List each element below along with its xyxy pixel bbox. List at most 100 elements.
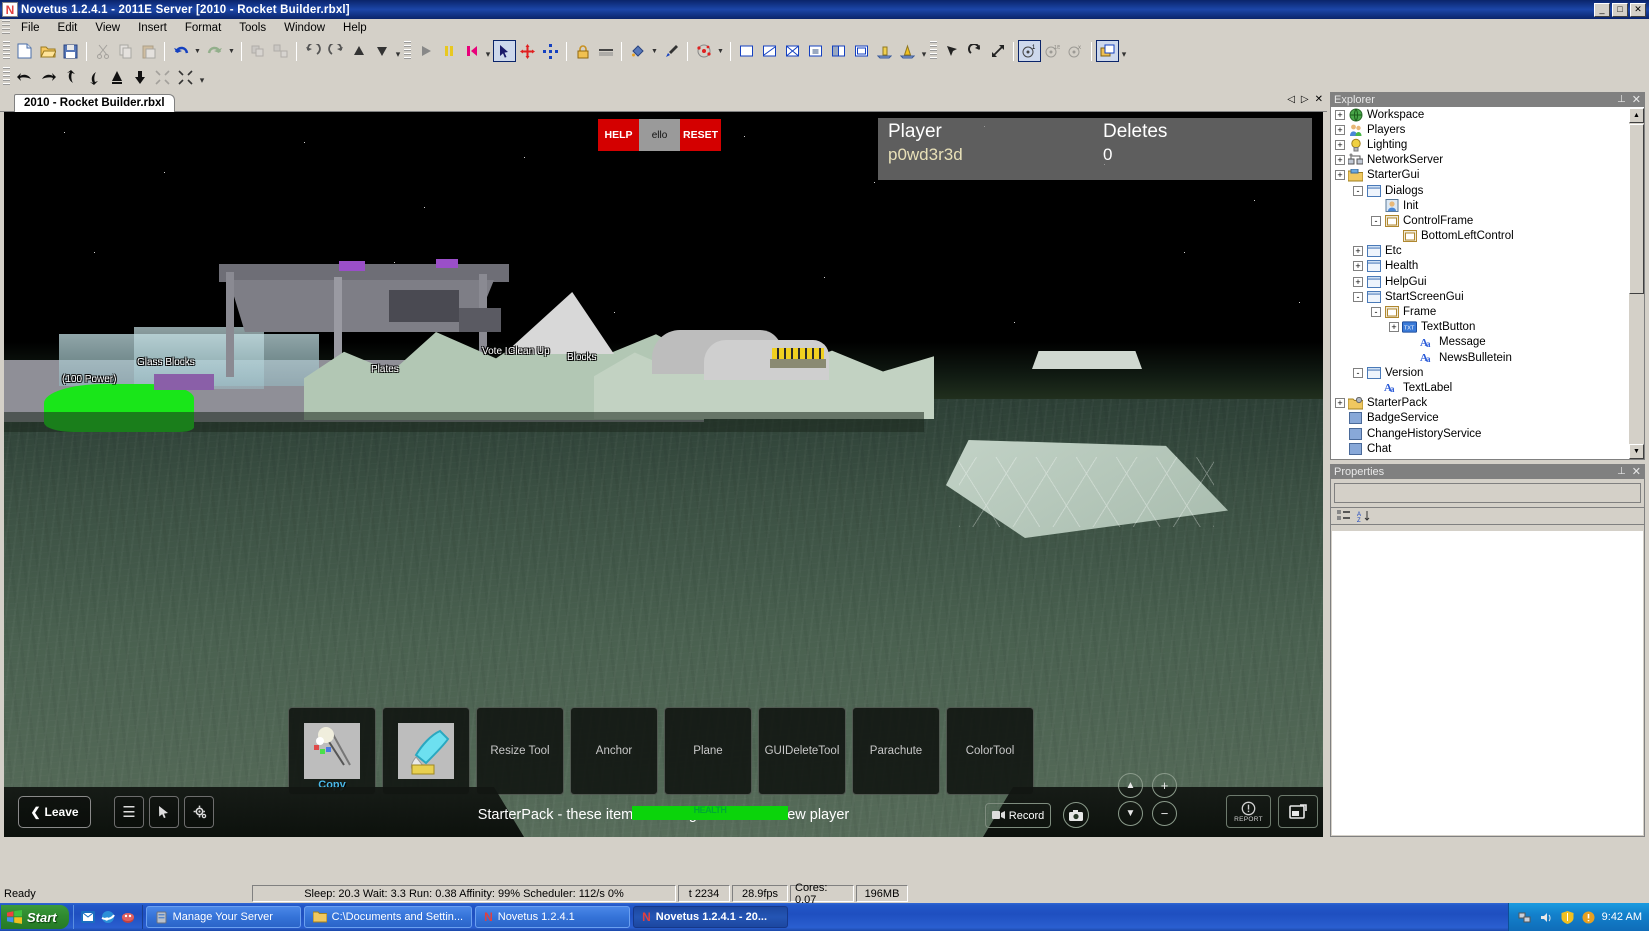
new-document-icon[interactable]: [13, 40, 36, 62]
move-down-icon[interactable]: [128, 66, 151, 88]
material-dropdown-arrow-icon[interactable]: ▼: [715, 40, 726, 62]
screenshot-button[interactable]: [1063, 802, 1089, 828]
explorer-tree-item-workspace[interactable]: + Workspace: [1331, 107, 1644, 122]
zoom-out-button[interactable]: −: [1152, 801, 1177, 826]
backpack-slot-grab[interactable]: [382, 707, 470, 795]
minimize-button[interactable]: _: [1594, 2, 1610, 17]
record-button[interactable]: Record: [985, 803, 1051, 828]
rotate-right-icon[interactable]: [324, 40, 347, 62]
explorer-tree-item-dialogs[interactable]: - Dialogs: [1331, 183, 1644, 198]
tab-close-icon[interactable]: ✕: [1315, 94, 1323, 105]
collapse-toggle-icon[interactable]: -: [1353, 185, 1363, 196]
help-button[interactable]: HELP: [598, 119, 639, 151]
menu-file[interactable]: File: [12, 20, 49, 36]
menu-tools[interactable]: Tools: [230, 20, 275, 36]
update-icon[interactable]: [1581, 910, 1596, 925]
collapse-icon[interactable]: [151, 66, 174, 88]
arrow-down-curve-icon[interactable]: [82, 66, 105, 88]
menu-grip[interactable]: [2, 20, 10, 36]
explorer-tree-item-version[interactable]: - Version: [1331, 365, 1644, 380]
internet-explorer-icon[interactable]: e: [100, 909, 116, 925]
zoom-in-button[interactable]: +: [1152, 773, 1177, 798]
explorer-tree[interactable]: + Workspace + Players + Lighting + NetworkServe…: [1330, 107, 1645, 460]
explorer-tree-item-health[interactable]: + Health: [1331, 259, 1644, 274]
collision-icon[interactable]: [1096, 40, 1119, 62]
group-icon[interactable]: [246, 40, 269, 62]
menu-help[interactable]: Help: [334, 20, 376, 36]
explorer-tree-item-etc[interactable]: + Etc: [1331, 244, 1644, 259]
backpack-slot-parachute[interactable]: Parachute: [852, 707, 940, 795]
collapse-toggle-icon[interactable]: -: [1353, 367, 1363, 378]
tilt-down-icon[interactable]: [370, 40, 393, 62]
lamp-icon[interactable]: [896, 40, 919, 62]
spawn-icon[interactable]: [873, 40, 896, 62]
arrow-up-curve-icon[interactable]: [59, 66, 82, 88]
arrow-left-icon[interactable]: [13, 66, 36, 88]
rotate-left-icon[interactable]: [301, 40, 324, 62]
properties-close-icon[interactable]: ✕: [1632, 465, 1641, 478]
stop-icon[interactable]: [460, 40, 483, 62]
toolbar-grip-playback[interactable]: [404, 41, 411, 61]
toolbar-overflow-icon[interactable]: ▾: [393, 40, 403, 62]
explorer-scroll-thumb[interactable]: [1629, 124, 1644, 294]
shield-icon[interactable]: [1560, 910, 1575, 925]
parts-overflow-icon[interactable]: ▾: [919, 40, 929, 62]
redo-dropdown-arrow-icon[interactable]: ▼: [226, 40, 237, 62]
sort-alpha-icon[interactable]: AZ: [1354, 508, 1372, 524]
maximize-button[interactable]: □: [1612, 2, 1628, 17]
copy-icon[interactable]: [114, 40, 137, 62]
collapse-toggle-icon[interactable]: -: [1371, 215, 1381, 226]
resize-icon[interactable]: [986, 40, 1009, 62]
explorer-tree-item-bottomleftcontrol[interactable]: BottomLeftControl: [1331, 229, 1644, 244]
expand-toggle-icon[interactable]: +: [1353, 261, 1363, 272]
part-block-icon[interactable]: [735, 40, 758, 62]
backpack-slot-copy[interactable]: Copy: [288, 707, 376, 795]
anchor-arrow-icon[interactable]: [940, 40, 963, 62]
paint-bucket-icon[interactable]: [626, 40, 649, 62]
transform-overflow-icon[interactable]: ▾: [1119, 40, 1129, 62]
redo-icon[interactable]: [203, 40, 226, 62]
open-folder-icon[interactable]: [36, 40, 59, 62]
ello-button[interactable]: ello: [639, 119, 680, 151]
explorer-scroll-up-button[interactable]: ▲: [1629, 108, 1644, 123]
report-button[interactable]: REPORT: [1226, 795, 1271, 828]
tab-next-icon[interactable]: ▷: [1301, 94, 1309, 105]
explorer-tree-item-message[interactable]: Aa Message: [1331, 335, 1644, 350]
document-tab[interactable]: 2010 - Rocket Builder.rbxl: [14, 94, 175, 112]
arrow-right-icon[interactable]: [36, 66, 59, 88]
backpack-slot-guideletetool[interactable]: GUIDeleteTool: [758, 707, 846, 795]
expand-toggle-icon[interactable]: +: [1335, 398, 1345, 409]
backpack-slot-anchor[interactable]: Anchor: [570, 707, 658, 795]
paint-dropdown-arrow-icon[interactable]: ▼: [649, 40, 660, 62]
backpack-slot-colortool[interactable]: ColorTool: [946, 707, 1034, 795]
expand-toggle-icon[interactable]: +: [1335, 139, 1345, 150]
cut-icon[interactable]: [91, 40, 114, 62]
rotate-icon[interactable]: [963, 40, 986, 62]
backpack-slot-resize-tool[interactable]: Resize Tool: [476, 707, 564, 795]
part-cylinder-icon[interactable]: [781, 40, 804, 62]
toolbar2-overflow-icon[interactable]: ▾: [197, 66, 207, 88]
explorer-tree-item-badgeservice[interactable]: BadgeService: [1331, 411, 1644, 426]
explorer-tree-item-newsbulletein[interactable]: Aa NewsBulletein: [1331, 350, 1644, 365]
select-arrow-icon[interactable]: [493, 40, 516, 62]
explorer-tree-item-changehistoryservice[interactable]: ChangeHistoryService: [1331, 426, 1644, 441]
toolbar-grip-2[interactable]: [3, 67, 10, 87]
ungroup-icon[interactable]: [269, 40, 292, 62]
reset-button[interactable]: RESET: [680, 119, 721, 151]
save-icon[interactable]: [59, 40, 82, 62]
move-up-icon[interactable]: [105, 66, 128, 88]
start-button[interactable]: Start: [1, 905, 69, 929]
properties-grid[interactable]: [1332, 531, 1643, 835]
part-wedge-icon[interactable]: [758, 40, 781, 62]
toolbar-grip[interactable]: [3, 41, 10, 61]
taskbar-button-novetus-server[interactable]: N Novetus 1.2.4.1 - 20...: [633, 906, 789, 928]
undo-dropdown-arrow-icon[interactable]: ▼: [192, 40, 203, 62]
network-icon[interactable]: [1518, 910, 1533, 925]
collapse-toggle-icon[interactable]: -: [1353, 291, 1363, 302]
explorer-scrollbar[interactable]: ▲ ▼: [1629, 108, 1644, 459]
properties-pin-icon[interactable]: ⊥: [1617, 466, 1626, 477]
explorer-tree-item-chat[interactable]: Chat: [1331, 441, 1644, 456]
collapse-toggle-icon[interactable]: -: [1371, 307, 1381, 318]
outlook-icon[interactable]: [80, 909, 96, 925]
fullscreen-button[interactable]: [1278, 795, 1318, 828]
